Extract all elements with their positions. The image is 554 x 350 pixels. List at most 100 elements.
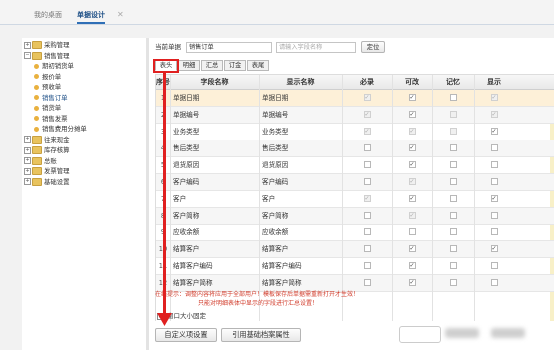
req-checkbox[interactable] bbox=[363, 161, 371, 169]
edit-checkbox[interactable]: ✓ bbox=[408, 144, 416, 152]
display-name-cell[interactable]: 单据日期 bbox=[262, 90, 288, 106]
display-name-cell[interactable]: 结算客户编码 bbox=[262, 258, 302, 274]
subtab-2[interactable]: 汇总 bbox=[201, 60, 223, 71]
column-header[interactable]: 显示 bbox=[474, 75, 514, 89]
edit-checkbox[interactable]: ✓ bbox=[408, 161, 416, 169]
table-row[interactable]: 6客户编码客户编码✓ bbox=[156, 174, 554, 191]
req-checkbox[interactable] bbox=[363, 144, 371, 152]
expand-toggle-icon[interactable]: + bbox=[24, 146, 31, 154]
display-name-cell[interactable]: 客户简称 bbox=[262, 208, 288, 224]
edit-checkbox[interactable]: ✓ bbox=[408, 110, 416, 118]
close-icon[interactable]: ✕ bbox=[117, 8, 124, 22]
mem-checkbox[interactable] bbox=[449, 262, 457, 269]
show-checkbox[interactable] bbox=[490, 178, 498, 185]
tree-folder[interactable]: + 总账 bbox=[24, 156, 57, 166]
subtab-4[interactable]: 表尾 bbox=[247, 60, 269, 71]
column-header[interactable]: 显示名称 bbox=[259, 75, 342, 89]
edit-checkbox[interactable]: ✓ bbox=[408, 278, 416, 286]
tree-folder[interactable]: − 销售管理 bbox=[24, 51, 70, 61]
reference-archive-button[interactable]: 引用基础档案属性 bbox=[221, 328, 301, 342]
tree-leaf[interactable]: 销售费用分摊单 bbox=[34, 124, 87, 134]
table-row[interactable]: 11结算客户编码结算客户编码✓ bbox=[156, 258, 554, 275]
show-checkbox[interactable] bbox=[490, 144, 498, 152]
edit-checkbox[interactable] bbox=[408, 228, 416, 236]
mem-checkbox[interactable] bbox=[449, 211, 457, 219]
current-document-field[interactable]: 销售订单 bbox=[186, 42, 272, 53]
tree-leaf[interactable]: 销货单 bbox=[34, 103, 61, 113]
show-checkbox[interactable] bbox=[490, 161, 498, 169]
edit-checkbox[interactable]: ✓ bbox=[408, 194, 416, 202]
display-name-cell[interactable]: 单据编号 bbox=[262, 107, 288, 123]
table-row[interactable]: 2单据编号单据编号✓✓✓ bbox=[156, 106, 554, 124]
req-checkbox[interactable] bbox=[363, 278, 371, 286]
subtab-3[interactable]: 订金 bbox=[224, 60, 246, 71]
table-row[interactable]: 10结算客户结算客户✓✓ bbox=[156, 241, 554, 259]
req-checkbox[interactable] bbox=[363, 245, 371, 253]
column-header[interactable]: 字段名称 bbox=[170, 75, 259, 89]
mem-checkbox[interactable] bbox=[449, 278, 457, 286]
expand-toggle-icon[interactable]: − bbox=[24, 52, 31, 59]
show-checkbox[interactable] bbox=[490, 262, 498, 269]
tree-folder[interactable]: + 库存核算 bbox=[24, 145, 70, 155]
tree-leaf[interactable]: 报价单 bbox=[34, 72, 61, 82]
field-search-input[interactable]: 请输入字段名称 bbox=[276, 42, 356, 53]
custom-settings-button[interactable]: 自定义项设置 bbox=[155, 328, 217, 342]
table-row[interactable]: 4售后类型售后类型✓ bbox=[156, 140, 554, 158]
tree-folder[interactable]: + 往来现金 bbox=[24, 135, 70, 145]
tab-my-desktop[interactable]: 我的桌面 bbox=[34, 8, 62, 22]
table-row[interactable]: 3业务类型业务类型✓✓✓ bbox=[156, 124, 554, 141]
column-header[interactable]: 必录 bbox=[342, 75, 392, 89]
display-name-cell[interactable]: 客户 bbox=[262, 191, 275, 207]
display-name-cell[interactable]: 应收余额 bbox=[262, 224, 288, 240]
table-row[interactable]: 1单据日期单据日期✓✓✓ bbox=[156, 90, 554, 107]
display-name-cell[interactable]: 业务类型 bbox=[262, 124, 288, 140]
show-checkbox[interactable] bbox=[490, 211, 498, 219]
expand-toggle-icon[interactable]: + bbox=[24, 178, 31, 185]
redacted-button-1[interactable] bbox=[399, 326, 441, 343]
tab-document-design[interactable]: 单据设计 bbox=[77, 8, 105, 24]
table-row[interactable]: 9应收余额应收余额 bbox=[156, 224, 554, 242]
tree-leaf[interactable]: 期初销货单 bbox=[34, 61, 74, 71]
display-name-cell[interactable]: 结算客户简称 bbox=[262, 275, 302, 291]
mem-checkbox[interactable] bbox=[449, 178, 457, 185]
req-checkbox[interactable] bbox=[363, 228, 371, 236]
show-checkbox[interactable]: ✓ bbox=[490, 245, 498, 253]
display-name-cell[interactable]: 售后类型 bbox=[262, 140, 288, 156]
req-checkbox[interactable] bbox=[363, 178, 371, 185]
table-row[interactable]: 7客户客户✓✓✓ bbox=[156, 191, 554, 208]
expand-toggle-icon[interactable]: + bbox=[24, 136, 31, 143]
edit-checkbox[interactable]: ✓ bbox=[408, 262, 416, 269]
tree-leaf[interactable]: 销售订单 bbox=[34, 93, 68, 103]
tree-folder[interactable]: + 采购管理 bbox=[24, 40, 70, 50]
tree-leaf[interactable]: 销售发票 bbox=[34, 114, 68, 124]
table-row[interactable]: 5退货原因退货原因✓ bbox=[156, 157, 554, 175]
display-name-cell[interactable]: 客户编码 bbox=[262, 174, 288, 190]
mem-checkbox[interactable] bbox=[449, 194, 457, 202]
table-row[interactable]: 8客户简称客户简称✓ bbox=[156, 207, 554, 225]
mem-checkbox[interactable] bbox=[449, 144, 457, 152]
show-checkbox[interactable]: ✓ bbox=[490, 194, 498, 202]
mem-checkbox[interactable] bbox=[449, 245, 457, 253]
req-checkbox[interactable] bbox=[363, 262, 371, 269]
column-header[interactable]: 可改 bbox=[392, 75, 432, 89]
tree-leaf[interactable]: 预收单 bbox=[34, 82, 61, 92]
mem-checkbox[interactable] bbox=[449, 228, 457, 236]
show-checkbox[interactable] bbox=[490, 278, 498, 286]
mem-checkbox[interactable] bbox=[449, 94, 457, 101]
edit-checkbox[interactable]: ✓ bbox=[408, 245, 416, 253]
locate-button[interactable]: 定位 bbox=[361, 41, 385, 53]
expand-toggle-icon[interactable]: + bbox=[24, 167, 31, 175]
mem-checkbox[interactable] bbox=[449, 161, 457, 169]
subtab-1[interactable]: 明细 bbox=[178, 60, 200, 71]
column-header[interactable]: 记忆 bbox=[432, 75, 474, 89]
display-name-cell[interactable]: 退货原因 bbox=[262, 157, 288, 173]
show-checkbox[interactable] bbox=[490, 228, 498, 236]
req-checkbox[interactable] bbox=[363, 211, 371, 219]
show-checkbox[interactable]: ✓ bbox=[490, 127, 498, 135]
expand-toggle-icon[interactable]: + bbox=[24, 41, 31, 49]
expand-toggle-icon[interactable]: + bbox=[24, 157, 31, 164]
tree-folder[interactable]: + 基础设置 bbox=[24, 177, 70, 187]
display-name-cell[interactable]: 结算客户 bbox=[262, 241, 288, 257]
tree-folder[interactable]: + 发票管理 bbox=[24, 166, 70, 176]
edit-checkbox[interactable]: ✓ bbox=[408, 94, 416, 101]
